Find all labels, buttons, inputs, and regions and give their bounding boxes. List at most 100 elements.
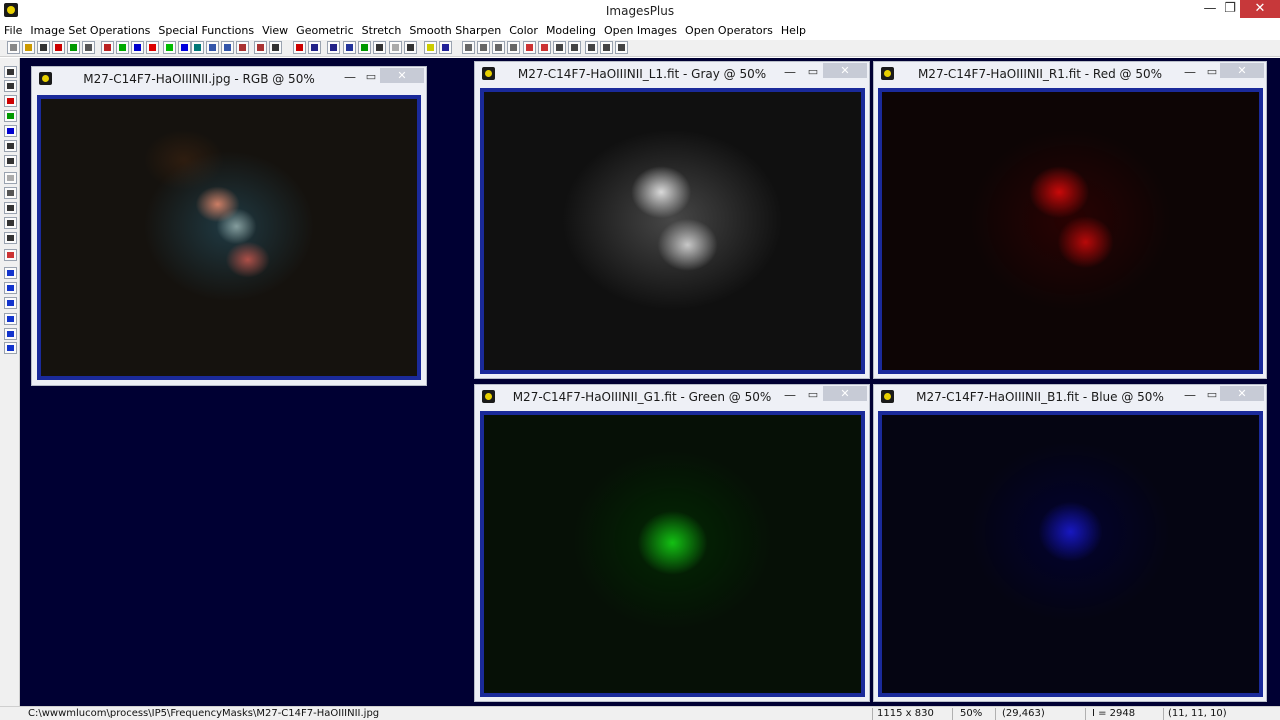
left-toolbar-tool-icon[interactable] — [4, 282, 17, 294]
toolbar-tool-icon[interactable] — [615, 41, 628, 54]
toolbar-tool-icon[interactable] — [585, 41, 598, 54]
left-toolbar-tool-icon[interactable] — [4, 172, 17, 184]
image-canvas-red[interactable] — [882, 92, 1259, 370]
image-window-close-button[interactable]: ✕ — [380, 68, 424, 83]
toolbar-tool-icon[interactable] — [178, 41, 191, 54]
image-window-titlebar[interactable]: M27-C14F7-HaOIIINII_G1.fit - Green @ 50%… — [475, 385, 869, 407]
image-window-maximize-button[interactable]: ▭ — [1204, 65, 1220, 79]
left-toolbar-tool-icon[interactable] — [4, 297, 17, 309]
image-window-close-button[interactable]: ✕ — [823, 63, 867, 78]
menu-open-images[interactable]: Open Images — [600, 23, 681, 40]
image-window-maximize-button[interactable]: ▭ — [805, 65, 821, 79]
image-canvas-blue[interactable] — [882, 415, 1259, 693]
toolbar-tool-icon[interactable] — [254, 41, 267, 54]
image-window-titlebar[interactable]: M27-C14F7-HaOIIINII_R1.fit - Red @ 50% —… — [874, 62, 1266, 84]
left-toolbar-tool-icon[interactable] — [4, 80, 17, 92]
toolbar-tool-icon[interactable] — [131, 41, 144, 54]
left-toolbar-tool-icon[interactable] — [4, 328, 17, 340]
toolbar-tool-icon[interactable] — [424, 41, 437, 54]
left-toolbar-tool-icon[interactable] — [4, 249, 17, 261]
left-toolbar-tool-icon[interactable] — [4, 66, 17, 78]
toolbar-tool-icon[interactable] — [293, 41, 306, 54]
menu-special-functions[interactable]: Special Functions — [154, 23, 258, 40]
left-toolbar-tool-icon[interactable] — [4, 342, 17, 354]
toolbar-tool-icon[interactable] — [191, 41, 204, 54]
toolbar-tool-icon[interactable] — [327, 41, 340, 54]
image-window-maximize-button[interactable]: ▭ — [363, 70, 379, 84]
image-window-blue[interactable]: M27-C14F7-HaOIIINII_B1.fit - Blue @ 50% … — [873, 384, 1267, 702]
toolbar-tool-icon[interactable] — [462, 41, 475, 54]
image-window-maximize-button[interactable]: ▭ — [1204, 388, 1220, 402]
left-toolbar-tool-icon[interactable] — [4, 232, 17, 244]
image-window-minimize-button[interactable]: — — [782, 65, 798, 79]
toolbar-tool-icon[interactable] — [507, 41, 520, 54]
toolbar-tool-icon[interactable] — [269, 41, 282, 54]
toolbar-tool-icon[interactable] — [7, 41, 20, 54]
left-toolbar-tool-icon[interactable] — [4, 155, 17, 167]
toolbar-tool-icon[interactable] — [600, 41, 613, 54]
image-window-minimize-button[interactable]: — — [1182, 65, 1198, 79]
left-toolbar-tool-icon[interactable] — [4, 187, 17, 199]
image-window-titlebar[interactable]: M27-C14F7-HaOIIINII_L1.fit - Gray @ 50% … — [475, 62, 869, 84]
image-window-green[interactable]: M27-C14F7-HaOIIINII_G1.fit - Green @ 50%… — [474, 384, 870, 702]
menu-smooth-sharpen[interactable]: Smooth Sharpen — [405, 23, 505, 40]
toolbar-tool-icon[interactable] — [308, 41, 321, 54]
toolbar-tool-icon[interactable] — [146, 41, 159, 54]
toolbar-tool-icon[interactable] — [523, 41, 536, 54]
toolbar-tool-icon[interactable] — [492, 41, 505, 54]
toolbar-tool-icon[interactable] — [343, 41, 356, 54]
menu-color[interactable]: Color — [505, 23, 542, 40]
toolbar-tool-icon[interactable] — [82, 41, 95, 54]
image-canvas-green[interactable] — [484, 415, 861, 693]
toolbar-tool-icon[interactable] — [553, 41, 566, 54]
window-close-button[interactable]: ✕ — [1240, 0, 1280, 18]
image-window-gray[interactable]: M27-C14F7-HaOIIINII_L1.fit - Gray @ 50% … — [474, 61, 870, 379]
toolbar-tool-icon[interactable] — [163, 41, 176, 54]
menu-help[interactable]: Help — [777, 23, 810, 40]
toolbar-tool-icon[interactable] — [116, 41, 129, 54]
left-toolbar-tool-icon[interactable] — [4, 202, 17, 214]
image-window-minimize-button[interactable]: — — [342, 70, 358, 84]
toolbar-tool-icon[interactable] — [206, 41, 219, 54]
image-window-minimize-button[interactable]: — — [1182, 388, 1198, 402]
menu-open-operators[interactable]: Open Operators — [681, 23, 777, 40]
image-canvas-gray[interactable] — [484, 92, 861, 370]
toolbar-tool-icon[interactable] — [439, 41, 452, 54]
toolbar-tool-icon[interactable] — [477, 41, 490, 54]
image-window-close-button[interactable]: ✕ — [823, 386, 867, 401]
toolbar-tool-icon[interactable] — [568, 41, 581, 54]
image-window-close-button[interactable]: ✕ — [1220, 63, 1264, 78]
left-toolbar-tool-icon[interactable] — [4, 217, 17, 229]
image-window-close-button[interactable]: ✕ — [1220, 386, 1264, 401]
menu-modeling[interactable]: Modeling — [542, 23, 600, 40]
image-window-rgb[interactable]: M27-C14F7-HaOIIINII.jpg - RGB @ 50% — ▭ … — [31, 66, 427, 386]
image-window-titlebar[interactable]: M27-C14F7-HaOIIINII_B1.fit - Blue @ 50% … — [874, 385, 1266, 407]
menu-file[interactable]: File — [0, 23, 26, 40]
left-toolbar-tool-icon[interactable] — [4, 110, 17, 122]
toolbar-tool-icon[interactable] — [358, 41, 371, 54]
toolbar-tool-icon[interactable] — [538, 41, 551, 54]
left-toolbar-tool-icon[interactable] — [4, 313, 17, 325]
toolbar-tool-icon[interactable] — [404, 41, 417, 54]
image-window-red[interactable]: M27-C14F7-HaOIIINII_R1.fit - Red @ 50% —… — [873, 61, 1267, 379]
left-toolbar-tool-icon[interactable] — [4, 267, 17, 279]
toolbar-tool-icon[interactable] — [236, 41, 249, 54]
left-toolbar-tool-icon[interactable] — [4, 140, 17, 152]
image-window-maximize-button[interactable]: ▭ — [805, 388, 821, 402]
menu-stretch[interactable]: Stretch — [358, 23, 406, 40]
left-toolbar-tool-icon[interactable] — [4, 95, 17, 107]
toolbar-tool-icon[interactable] — [101, 41, 114, 54]
menu-geometric[interactable]: Geometric — [292, 23, 357, 40]
toolbar-tool-icon[interactable] — [221, 41, 234, 54]
toolbar-tool-icon[interactable] — [37, 41, 50, 54]
toolbar-tool-icon[interactable] — [52, 41, 65, 54]
menu-image-set-operations[interactable]: Image Set Operations — [26, 23, 154, 40]
toolbar-tool-icon[interactable] — [22, 41, 35, 54]
toolbar-tool-icon[interactable] — [67, 41, 80, 54]
image-window-minimize-button[interactable]: — — [782, 388, 798, 402]
image-canvas-rgb[interactable] — [41, 99, 417, 376]
toolbar-tool-icon[interactable] — [373, 41, 386, 54]
menu-view[interactable]: View — [258, 23, 292, 40]
left-toolbar-tool-icon[interactable] — [4, 125, 17, 137]
toolbar-tool-icon[interactable] — [389, 41, 402, 54]
